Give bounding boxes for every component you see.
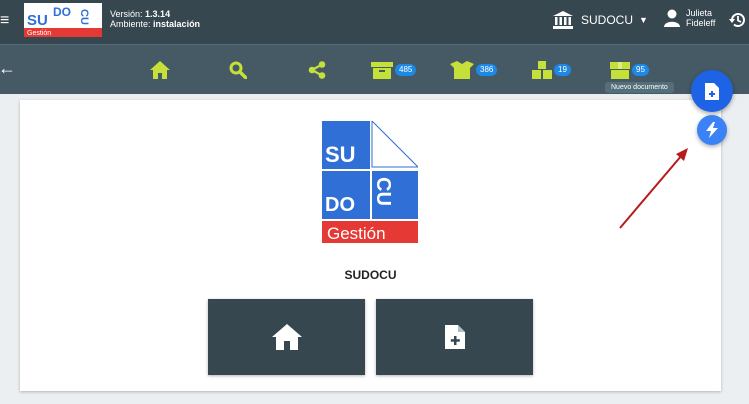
version-info: Versión: 1.3.14 Ambiente: instalación [110, 9, 200, 29]
svg-text:CU: CU [372, 177, 394, 206]
annotation-arrow [619, 148, 688, 229]
toolbar-boxes[interactable]: 19 [532, 60, 571, 80]
boxes-icon [532, 61, 552, 79]
fab-tooltip: Nuevo documento [605, 82, 674, 93]
top-header: ≡ SU DO CU Gestión Versión: 1.3.14 Ambie… [0, 0, 749, 44]
version-label: Versión: [110, 9, 143, 19]
svg-text:Gestión: Gestión [27, 30, 51, 37]
svg-text:CU: CU [78, 9, 90, 25]
user-icon [664, 9, 680, 27]
new-document-tile-button[interactable] [376, 299, 533, 375]
svg-text:SU: SU [27, 12, 48, 29]
box-count-badge: 95 [632, 64, 649, 76]
institution-icon [553, 11, 573, 29]
new-document-icon [444, 325, 465, 349]
caret-down-icon: ▼ [639, 15, 648, 25]
tenant-label: SUDOCU [581, 13, 634, 27]
user-first-name: Julieta [686, 8, 713, 18]
share-icon [308, 61, 326, 79]
archive-count-badge: 485 [395, 64, 417, 76]
home-tile-button[interactable] [208, 299, 365, 375]
box-icon [610, 62, 630, 79]
app-title: SUDOCU [344, 268, 397, 282]
user-menu[interactable]: Julieta Fideleff [664, 8, 715, 28]
main-card: SU DO CU Gestión SUDOCU [20, 100, 721, 391]
history-icon[interactable] [729, 11, 747, 29]
toolbar-share[interactable] [308, 60, 326, 80]
quick-action-fab[interactable] [697, 115, 727, 145]
tenant-selector[interactable]: SUDOCU ▼ [553, 9, 648, 31]
new-document-icon [705, 82, 719, 100]
boxes-count-badge: 19 [554, 64, 571, 76]
environment-label: Ambiente: [110, 19, 151, 29]
user-last-name: Fideleff [686, 18, 716, 28]
svg-text:SU: SU [325, 142, 356, 167]
svg-text:DO: DO [53, 5, 71, 19]
archive-icon [371, 62, 393, 79]
toolbar-search[interactable] [229, 60, 247, 80]
toolbar-home[interactable] [150, 60, 170, 80]
toolbar-archive[interactable]: 485 [371, 60, 417, 80]
open-box-count-badge: 386 [476, 64, 498, 76]
lightning-icon [706, 122, 718, 138]
environment-value: instalación [153, 19, 201, 29]
toolbar-open-box[interactable]: 386 [450, 60, 498, 80]
open-box-icon [450, 61, 474, 79]
home-icon [271, 324, 302, 350]
new-document-fab[interactable] [691, 70, 733, 112]
svg-text:Gestión: Gestión [327, 224, 386, 243]
search-icon [229, 61, 247, 79]
toolbar-box[interactable]: 95 [610, 60, 649, 80]
svg-text:DO: DO [325, 194, 355, 216]
home-icon [150, 61, 170, 79]
version-value: 1.3.14 [145, 9, 171, 19]
menu-icon[interactable]: ≡ [0, 10, 14, 32]
back-arrow-icon[interactable]: ← [0, 58, 16, 79]
sudocu-main-logo: SU DO CU Gestión [322, 121, 418, 243]
sudocu-logo[interactable]: SU DO CU Gestión [24, 3, 102, 37]
